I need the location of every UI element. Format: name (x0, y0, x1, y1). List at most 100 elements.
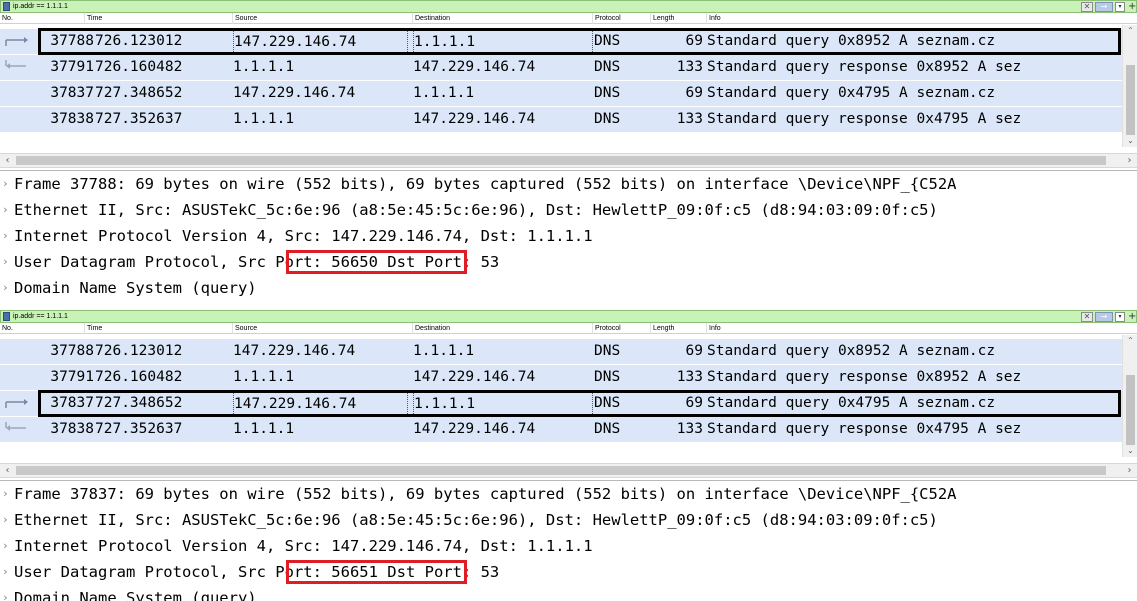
cell-length: 133 (676, 369, 703, 385)
cell-no: 37838 (50, 421, 94, 437)
tree-item-ip[interactable]: › Internet Protocol Version 4, Src: 147.… (0, 533, 1137, 559)
scroll-thumb[interactable] (1126, 375, 1135, 445)
scroll-down-icon[interactable]: ⌄ (1123, 135, 1137, 147)
expand-chevron-icon[interactable]: › (2, 507, 14, 533)
expand-chevron-icon[interactable]: › (2, 275, 14, 301)
cell-source: 147.229.146.74 (233, 343, 356, 359)
expand-chevron-icon[interactable]: › (2, 223, 14, 249)
column-header-length[interactable]: Length (650, 13, 706, 24)
tree-item-label: Internet Protocol Version 4, Src: 147.22… (14, 537, 593, 555)
display-filter-bar[interactable]: ip.addr == 1.1.1.1 ✕ → ▾ + (0, 0, 1137, 13)
bookmark-icon[interactable] (3, 2, 10, 11)
cell-source: 147.229.146.74 (233, 85, 356, 101)
packet-details-tree: › Frame 37788: 69 bytes on wire (552 bit… (0, 170, 1137, 301)
cell-destination: 1.1.1.1 (413, 85, 475, 101)
scroll-up-icon[interactable]: ⌃ (1123, 25, 1137, 37)
cell-no: 37791 (50, 369, 94, 385)
tree-item-dns[interactable]: › Domain Name System (query) (0, 585, 1137, 601)
packet-row[interactable]: 37791 726.160482 1.1.1.1 147.229.146.74 … (0, 365, 1122, 390)
packet-row[interactable]: 37837 727.348652 147.229.146.74 1.1.1.1 … (0, 81, 1122, 106)
scroll-left-icon[interactable]: ‹ (0, 464, 15, 477)
column-header-source[interactable]: Source (232, 13, 412, 24)
packet-list-vertical-scrollbar[interactable]: ⌃ ⌄ (1122, 25, 1137, 147)
tree-item-ip[interactable]: › Internet Protocol Version 4, Src: 147.… (0, 223, 1137, 249)
expand-chevron-icon[interactable]: › (2, 481, 14, 507)
display-filter-input[interactable]: ip.addr == 1.1.1.1 (13, 312, 68, 322)
column-header-info[interactable]: Info (706, 13, 1122, 24)
cell-time: 727.348652 (95, 395, 183, 411)
plus-icon[interactable]: + (1128, 1, 1136, 13)
packet-row[interactable]: 37838 727.352637 1.1.1.1 147.229.146.74 … (0, 107, 1122, 132)
cell-length: 133 (676, 59, 703, 75)
scroll-thumb[interactable] (16, 156, 1106, 165)
display-filter-input[interactable]: ip.addr == 1.1.1.1 (13, 2, 68, 12)
packet-row[interactable]: 37837 727.348652 147.229.146.74 1.1.1.1 … (0, 391, 1122, 418)
scroll-right-icon[interactable]: › (1122, 464, 1137, 477)
capture-pane-top: ip.addr == 1.1.1.1 ✕ → ▾ + No. Time Sour… (0, 0, 1137, 301)
packet-row[interactable]: 37788 726.123012 147.229.146.74 1.1.1.1 … (0, 339, 1122, 364)
response-arrow-icon (5, 422, 26, 431)
cell-info: Standard query 0x4795 A seznam.cz (707, 85, 996, 101)
column-header-no[interactable]: No. (0, 13, 84, 24)
column-header-protocol[interactable]: Protocol (592, 323, 650, 334)
plus-icon[interactable]: + (1128, 311, 1136, 323)
packet-row[interactable]: 37791 726.160482 1.1.1.1 147.229.146.74 … (0, 55, 1122, 80)
packet-list-vertical-scrollbar[interactable]: ⌃ ⌄ (1122, 335, 1137, 457)
cell-destination: 1.1.1.1 (413, 391, 593, 418)
expand-chevron-icon[interactable]: › (2, 171, 14, 197)
scroll-thumb[interactable] (1126, 65, 1135, 135)
dropdown-icon[interactable]: ▾ (1115, 2, 1125, 12)
capture-pane-bottom: ip.addr == 1.1.1.1 ✕ → ▾ + No. Time Sour… (0, 310, 1137, 601)
cell-info: Standard query 0x4795 A seznam.cz (707, 395, 996, 411)
expand-chevron-icon[interactable]: › (2, 559, 14, 585)
apply-filter-icon[interactable]: → (1095, 2, 1113, 12)
scroll-thumb[interactable] (16, 466, 1106, 475)
scroll-right-icon[interactable]: › (1122, 154, 1137, 167)
cell-destination: 1.1.1.1 (413, 343, 475, 359)
column-header-info[interactable]: Info (706, 323, 1122, 334)
cell-no: 37791 (50, 59, 94, 75)
dropdown-icon[interactable]: ▾ (1115, 312, 1125, 322)
cell-destination: 147.229.146.74 (413, 59, 536, 75)
bookmark-icon[interactable] (3, 312, 10, 321)
tree-item-udp[interactable]: › User Datagram Protocol, Src Port: 5665… (0, 559, 1137, 585)
tree-item-dns[interactable]: › Domain Name System (query) (0, 275, 1137, 301)
tree-item-ethernet[interactable]: › Ethernet II, Src: ASUSTekC_5c:6e:96 (a… (0, 197, 1137, 223)
scroll-left-icon[interactable]: ‹ (0, 154, 15, 167)
cell-info: Standard query 0x8952 A seznam.cz (707, 33, 996, 49)
scroll-up-icon[interactable]: ⌃ (1123, 335, 1137, 347)
column-header-source[interactable]: Source (232, 323, 412, 334)
column-header-length[interactable]: Length (650, 323, 706, 334)
tree-item-frame[interactable]: › Frame 37788: 69 bytes on wire (552 bit… (0, 171, 1137, 197)
expand-chevron-icon[interactable]: › (2, 197, 14, 223)
packet-list-horizontal-scrollbar[interactable]: ‹ › (0, 463, 1137, 478)
packet-row[interactable]: 37788 726.123012 147.229.146.74 1.1.1.1 … (0, 29, 1122, 56)
apply-filter-icon[interactable]: → (1095, 312, 1113, 322)
column-header-time[interactable]: Time (84, 323, 232, 334)
tree-item-label: Internet Protocol Version 4, Src: 147.22… (14, 227, 593, 245)
cell-protocol: DNS (594, 33, 621, 49)
packet-details-tree: › Frame 37837: 69 bytes on wire (552 bit… (0, 480, 1137, 601)
packet-list: 37788 726.123012 147.229.146.74 1.1.1.1 … (0, 335, 1122, 457)
column-header-destination[interactable]: Destination (412, 13, 592, 24)
display-filter-bar[interactable]: ip.addr == 1.1.1.1 ✕ → ▾ + (0, 310, 1137, 323)
column-header-destination[interactable]: Destination (412, 323, 592, 334)
packet-row[interactable]: 37838 727.352637 1.1.1.1 147.229.146.74 … (0, 417, 1122, 442)
udp-dst-port: Dst Port: 53 (377, 563, 500, 581)
clear-filter-icon[interactable]: ✕ (1081, 2, 1093, 12)
expand-chevron-icon[interactable]: › (2, 585, 14, 601)
tree-item-label: Frame 37788: 69 bytes on wire (552 bits)… (14, 175, 957, 193)
column-header-protocol[interactable]: Protocol (592, 13, 650, 24)
cell-protocol: DNS (594, 369, 621, 385)
scroll-down-icon[interactable]: ⌄ (1123, 445, 1137, 457)
column-header-time[interactable]: Time (84, 13, 232, 24)
expand-chevron-icon[interactable]: › (2, 533, 14, 559)
tree-item-frame[interactable]: › Frame 37837: 69 bytes on wire (552 bit… (0, 481, 1137, 507)
expand-chevron-icon[interactable]: › (2, 249, 14, 275)
packet-list-horizontal-scrollbar[interactable]: ‹ › (0, 153, 1137, 168)
clear-filter-icon[interactable]: ✕ (1081, 312, 1093, 322)
column-header-no[interactable]: No. (0, 323, 84, 334)
tree-item-ethernet[interactable]: › Ethernet II, Src: ASUSTekC_5c:6e:96 (a… (0, 507, 1137, 533)
tree-item-udp[interactable]: › User Datagram Protocol, Src Port: 5665… (0, 249, 1137, 275)
tree-item-label: Ethernet II, Src: ASUSTekC_5c:6e:96 (a8:… (14, 511, 938, 529)
